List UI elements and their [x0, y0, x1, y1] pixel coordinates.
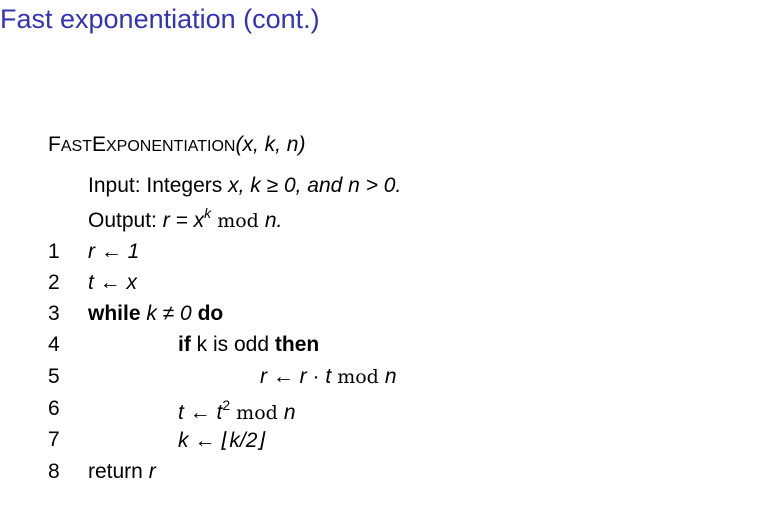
algorithm-name-initial: F	[48, 133, 61, 156]
keyword-then: then	[274, 333, 320, 356]
line-code: t ← t2 mod n	[178, 397, 296, 425]
keyword-return: return	[88, 460, 149, 483]
mod-operator: mod	[230, 402, 284, 424]
line-code: return r	[88, 460, 156, 484]
output-expression: r = x	[162, 209, 205, 232]
exponent: 2	[222, 397, 231, 413]
algorithm-name-part2: XPONENTIATION	[105, 138, 236, 155]
line-code: r ← r · t mod n	[260, 365, 397, 389]
algorithm-name-part1: AST	[60, 138, 92, 155]
line-number: 6	[48, 397, 60, 420]
assignment: t ← t	[178, 401, 223, 424]
line-code: while k ≠ 0 do	[88, 302, 223, 326]
output-mod: mod	[211, 210, 265, 232]
input-expression: x, k ≥ 0, and n > 0.	[228, 174, 402, 197]
return-value: r	[148, 460, 156, 483]
algorithm-header: FASTEXPONENTIATION(x, k, n)	[48, 133, 305, 157]
line-number: 5	[48, 365, 60, 388]
input-line: Input: Integers x, k ≥ 0, and n > 0.	[88, 174, 401, 198]
keyword-if: if	[178, 333, 191, 356]
line-number: 7	[48, 428, 60, 451]
line-number: 2	[48, 271, 60, 294]
line-number: 3	[48, 302, 60, 325]
keyword-while: while	[88, 302, 141, 325]
line-code: if k is odd then	[178, 333, 319, 357]
algorithm-name-initial2: E	[91, 133, 106, 156]
output-label: Output:	[88, 209, 163, 232]
condition: k is odd	[190, 333, 275, 356]
slide-title: Fast exponentiation (cont.)	[0, 4, 320, 34]
assignment: r ← r · t	[260, 365, 332, 388]
line-number: 1	[48, 240, 60, 263]
line-code: t ← x	[88, 271, 138, 294]
modulus: n	[283, 401, 296, 424]
algorithm-params: (x, k, n)	[235, 133, 306, 156]
line-number: 8	[48, 460, 60, 483]
modulus: n	[384, 365, 397, 388]
line-code: k ← ⌊k/2⌋	[178, 429, 266, 452]
mod-operator: mod	[331, 366, 385, 388]
keyword-do: do	[197, 302, 224, 325]
input-label: Input: Integers	[88, 174, 229, 197]
line-number: 4	[48, 333, 60, 356]
output-line: Output: r = xk mod n.	[88, 205, 282, 233]
line-code: r ← 1	[88, 240, 140, 263]
output-modulus: n.	[264, 209, 283, 232]
condition: k ≠ 0	[140, 302, 198, 325]
